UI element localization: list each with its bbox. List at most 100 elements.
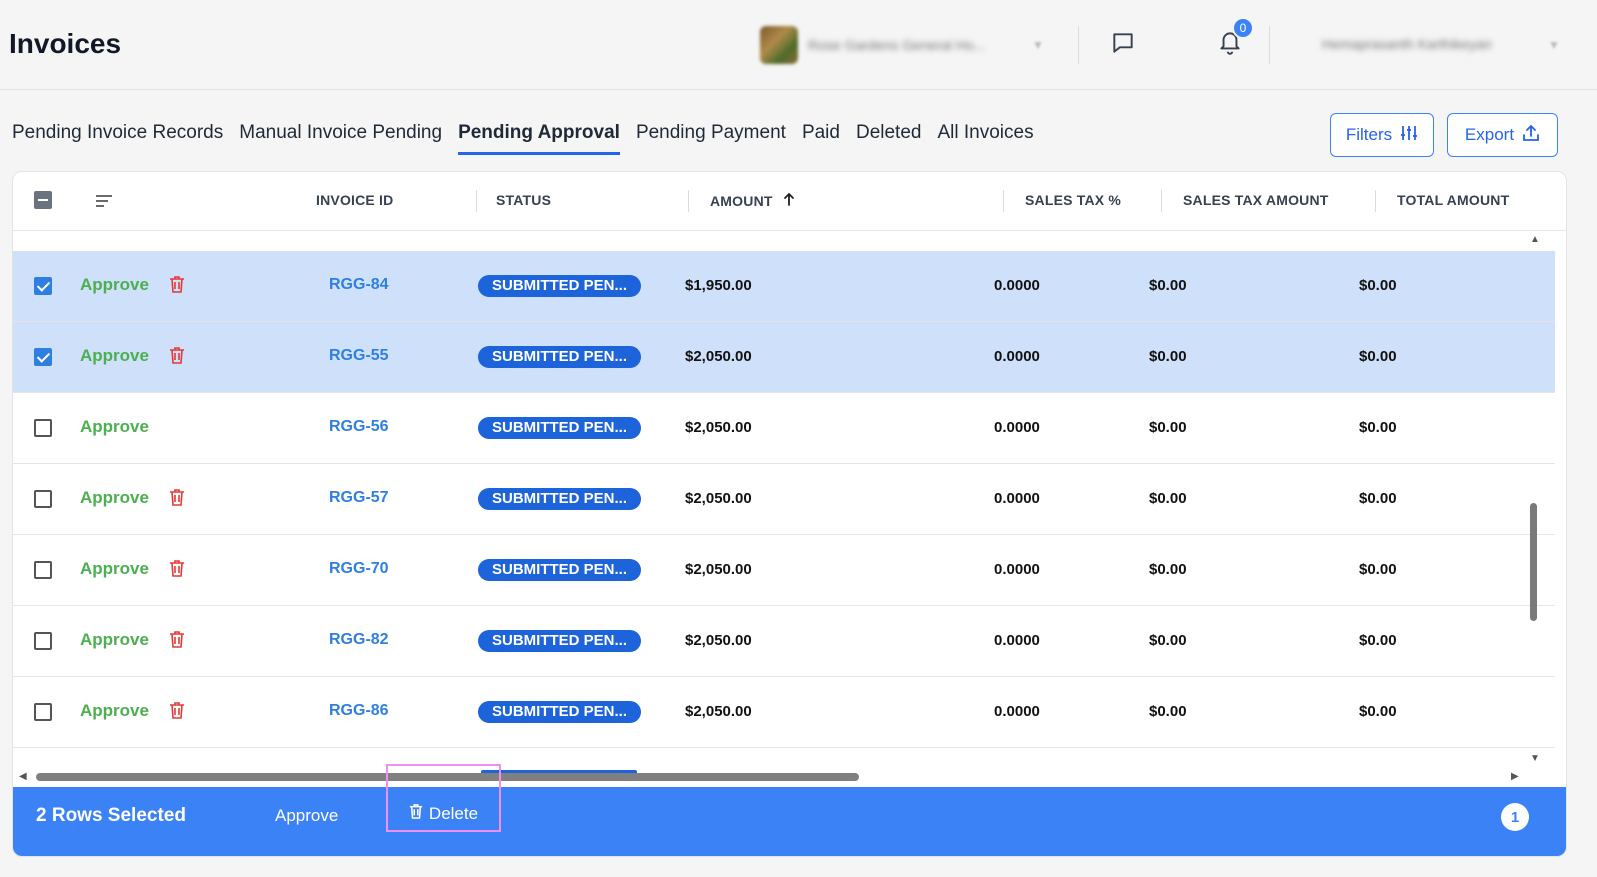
amount-cell: $2,050.00 [685, 490, 752, 507]
sales-tax-pct-cell: 0.0000 [994, 419, 1040, 436]
table-row[interactable]: Approve RGG-86 SUBMITTED PEN... $2,050.0… [13, 677, 1555, 748]
amount-cell: $2,050.00 [685, 419, 752, 436]
col-status[interactable]: STATUS [496, 192, 551, 208]
col-total-amount[interactable]: TOTAL AMOUNT [1397, 192, 1509, 208]
trash-icon[interactable] [169, 559, 185, 582]
trash-icon[interactable] [169, 701, 185, 724]
amount-cell: $2,050.00 [685, 348, 752, 365]
table-header: INVOICE ID STATUS AMOUNT SALES TAX % SAL… [13, 172, 1566, 231]
vertical-scrollbar[interactable] [1530, 503, 1537, 621]
invoice-id-link[interactable]: RGG-82 [329, 631, 389, 649]
invoice-table: INVOICE ID STATUS AMOUNT SALES TAX % SAL… [12, 171, 1567, 857]
row-checkbox[interactable] [34, 561, 52, 579]
row-checkbox[interactable] [34, 632, 52, 650]
total-amount-cell: $0.00 [1359, 490, 1397, 507]
company-selector[interactable]: Rose Gardens General Ho... ▼ [760, 26, 1044, 64]
row-checkbox[interactable] [34, 703, 52, 721]
company-name: Rose Gardens General Ho... [808, 37, 986, 53]
trash-icon[interactable] [169, 275, 185, 298]
approve-link[interactable]: Approve [80, 417, 149, 437]
col-sales-tax-amount[interactable]: SALES TAX AMOUNT [1183, 192, 1329, 208]
column-menu-icon[interactable] [95, 194, 113, 213]
approve-link[interactable]: Approve [80, 488, 149, 508]
col-sales-tax-pct[interactable]: SALES TAX % [1025, 192, 1121, 208]
sales-tax-pct-cell: 0.0000 [994, 490, 1040, 507]
approve-link[interactable]: Approve [80, 346, 149, 366]
scroll-left-arrow-icon[interactable]: ◀ [19, 771, 27, 782]
col-amount[interactable]: AMOUNT [710, 192, 795, 209]
approve-link[interactable]: Approve [80, 559, 149, 579]
amount-cell: $2,050.00 [685, 561, 752, 578]
table-row[interactable]: Approve RGG-70 SUBMITTED PEN... $2,050.0… [13, 535, 1555, 606]
sales-tax-amount-cell: $0.00 [1149, 703, 1187, 720]
col-invoice-id[interactable]: INVOICE ID [316, 192, 393, 208]
bulk-delete-button[interactable]: Delete [386, 764, 501, 832]
table-body: Approve RGG-84 SUBMITTED PEN... $1,950.0… [13, 251, 1555, 748]
column-divider [1003, 190, 1004, 212]
sales-tax-amount-cell: $0.00 [1149, 632, 1187, 649]
sales-tax-pct-cell: 0.0000 [994, 277, 1040, 294]
bulk-approve-button[interactable]: Approve [275, 806, 338, 826]
scroll-up-arrow-icon[interactable]: ▲ [1530, 234, 1540, 245]
invoice-id-link[interactable]: RGG-55 [329, 347, 389, 365]
page-title: Invoices [9, 28, 122, 59]
invoice-id-link[interactable]: RGG-84 [329, 276, 389, 294]
sales-tax-amount-cell: $0.00 [1149, 490, 1187, 507]
row-checkbox[interactable] [34, 419, 52, 437]
chevron-down-icon: ▼ [1548, 38, 1560, 52]
amount-cell: $1,950.00 [685, 277, 752, 294]
chat-icon[interactable] [1110, 30, 1136, 61]
table-row[interactable]: Approve RGG-55 SUBMITTED PEN... $2,050.0… [13, 322, 1555, 393]
table-row[interactable]: Approve RGG-84 SUBMITTED PEN... $1,950.0… [13, 251, 1555, 322]
page-badge: 1 [1501, 803, 1529, 831]
invoice-id-link[interactable]: RGG-56 [329, 418, 389, 436]
row-checkbox[interactable] [34, 490, 52, 508]
trash-icon [409, 803, 423, 824]
export-label: Export [1464, 125, 1515, 144]
sales-tax-amount-cell: $0.00 [1149, 561, 1187, 578]
sales-tax-pct-cell: 0.0000 [994, 703, 1040, 720]
select-all-checkbox[interactable] [34, 191, 52, 209]
row-checkbox[interactable] [34, 277, 52, 295]
tab-paid[interactable]: Paid [802, 122, 840, 155]
status-badge: SUBMITTED PEN... [478, 488, 641, 510]
status-badge: SUBMITTED PEN... [478, 559, 641, 581]
table-row[interactable]: Approve RGG-57 SUBMITTED PEN... $2,050.0… [13, 464, 1555, 535]
export-button[interactable]: Export [1447, 113, 1558, 157]
divider [1078, 26, 1079, 64]
table-row[interactable]: Approve RGG-82 SUBMITTED PEN... $2,050.0… [13, 606, 1555, 677]
sort-ascending-icon[interactable] [783, 192, 795, 209]
invoice-id-link[interactable]: RGG-57 [329, 489, 389, 507]
tab-pending-invoice-records[interactable]: Pending Invoice Records [12, 122, 223, 155]
user-menu[interactable]: Hemaprasanth Karthikeyan [1322, 36, 1532, 52]
sales-tax-pct-cell: 0.0000 [994, 632, 1040, 649]
approve-link[interactable]: Approve [80, 630, 149, 650]
row-checkbox[interactable] [34, 348, 52, 366]
column-divider [688, 190, 689, 212]
sales-tax-amount-cell: $0.00 [1149, 277, 1187, 294]
tab-pending-approval[interactable]: Pending Approval [458, 122, 620, 155]
amount-cell: $2,050.00 [685, 632, 752, 649]
invoice-id-link[interactable]: RGG-70 [329, 560, 389, 578]
approve-link[interactable]: Approve [80, 275, 149, 295]
sales-tax-amount-cell: $0.00 [1149, 419, 1187, 436]
tab-deleted[interactable]: Deleted [856, 122, 922, 155]
rows-selected-count: 2 Rows Selected [36, 805, 186, 826]
scroll-down-arrow-icon[interactable]: ▼ [1530, 753, 1540, 764]
total-amount-cell: $0.00 [1359, 348, 1397, 365]
filters-button[interactable]: Filters [1330, 113, 1434, 157]
scroll-right-arrow-icon[interactable]: ▶ [1511, 771, 1519, 782]
tab-manual-invoice-pending[interactable]: Manual Invoice Pending [239, 122, 442, 155]
trash-icon[interactable] [169, 346, 185, 369]
total-amount-cell: $0.00 [1359, 419, 1397, 436]
total-amount-cell: $0.00 [1359, 703, 1397, 720]
invoice-id-link[interactable]: RGG-86 [329, 702, 389, 720]
tab-all-invoices[interactable]: All Invoices [937, 122, 1033, 155]
table-row[interactable]: Approve RGG-56 SUBMITTED PEN... $2,050.0… [13, 393, 1555, 464]
trash-icon[interactable] [169, 488, 185, 511]
approve-link[interactable]: Approve [80, 701, 149, 721]
column-divider [1375, 190, 1376, 212]
tab-pending-payment[interactable]: Pending Payment [636, 122, 786, 155]
bulk-delete-label: Delete [428, 804, 479, 823]
trash-icon[interactable] [169, 630, 185, 653]
